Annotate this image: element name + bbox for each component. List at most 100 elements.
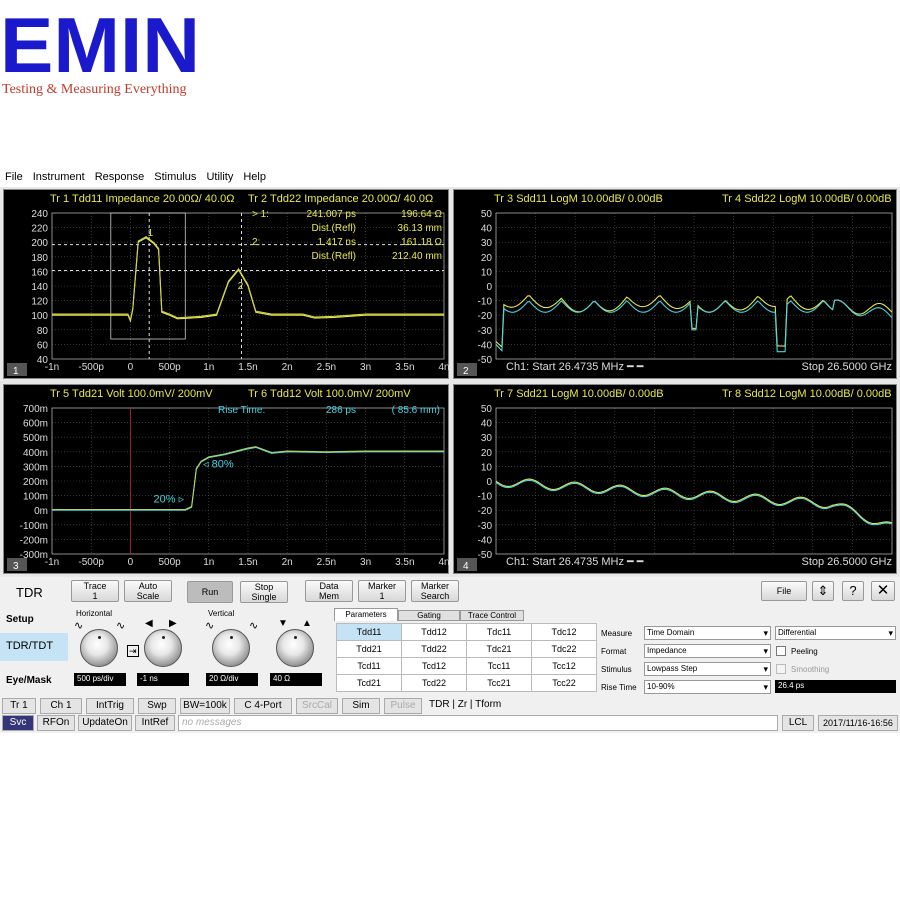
param-tdc11[interactable]: Tdc11 bbox=[466, 623, 532, 641]
position-icon[interactable]: ⇥ bbox=[127, 645, 139, 657]
arrow-up-icon[interactable]: ▲ bbox=[302, 618, 312, 629]
plot-area: 240 220 200 180 160 140 120 100 80 60 40 -1n -500p 0 5… bbox=[0, 187, 900, 577]
menu-response[interactable]: Response bbox=[90, 171, 150, 183]
smoothing-checkbox[interactable] bbox=[776, 664, 786, 674]
status-trigger[interactable]: IntTrig bbox=[86, 698, 134, 714]
marker-button[interactable]: Marker 1 bbox=[358, 580, 406, 602]
status-intref[interactable]: IntRef bbox=[135, 715, 175, 731]
data-mem-button[interactable]: Data Mem bbox=[305, 580, 353, 602]
y-tick-label: 30 bbox=[481, 433, 493, 444]
param-tcd22[interactable]: Tcd22 bbox=[401, 674, 467, 692]
tab-parameters[interactable]: Parameters bbox=[334, 608, 398, 621]
param-tcd21[interactable]: Tcd21 bbox=[336, 674, 402, 692]
status-lcl[interactable]: LCL bbox=[782, 715, 814, 731]
status-sweep[interactable]: Swp bbox=[138, 698, 176, 714]
horizontal-position-knob[interactable] bbox=[144, 629, 182, 667]
arrow-left-icon[interactable]: ◀ bbox=[145, 618, 153, 629]
measure-select[interactable]: Time Domain bbox=[644, 626, 771, 640]
param-tdc22[interactable]: Tdc22 bbox=[531, 640, 597, 658]
menu-help[interactable]: Help bbox=[238, 171, 271, 183]
trace-header-b: Tr 2 Tdd22 Impedance 20.00Ω/ 40.0Ω bbox=[248, 193, 433, 205]
y-tick-label: -10 bbox=[478, 297, 493, 308]
plot-panel-3[interactable]: 700m 600m 500m 400m 300m 200m 100m 0m -100m -200m… bbox=[3, 384, 450, 574]
close-icon[interactable]: ✕ bbox=[871, 581, 895, 601]
status-bandwidth[interactable]: BW=100k bbox=[180, 698, 230, 714]
menu-instrument[interactable]: Instrument bbox=[28, 171, 90, 183]
status-sim[interactable]: Sim bbox=[342, 698, 380, 714]
autoscale-button[interactable]: Auto Scale bbox=[124, 580, 172, 602]
status-trace[interactable]: Tr 1 bbox=[2, 698, 36, 714]
peeling-checkbox[interactable] bbox=[776, 646, 786, 656]
param-tdc21[interactable]: Tdc21 bbox=[466, 640, 532, 658]
status-cal[interactable]: C 4-Port bbox=[234, 698, 292, 714]
param-tcd12[interactable]: Tcd12 bbox=[401, 657, 467, 675]
trace-button[interactable]: Trace 1 bbox=[71, 580, 119, 602]
x-tick-label: 500p bbox=[158, 362, 181, 373]
vertical-scale-knob[interactable] bbox=[212, 629, 250, 667]
arrow-right-icon[interactable]: ▶ bbox=[169, 618, 177, 629]
rise-time-value[interactable]: 26.4 ps bbox=[775, 680, 896, 693]
format-select[interactable]: Impedance bbox=[644, 644, 771, 658]
param-tcc21[interactable]: Tcc21 bbox=[466, 674, 532, 692]
horizontal-scale-knob[interactable] bbox=[80, 629, 118, 667]
param-tcc12[interactable]: Tcc12 bbox=[531, 657, 597, 675]
plot-panel-1[interactable]: 240 220 200 180 160 140 120 100 80 60 40 -1n -500p 0 5… bbox=[3, 189, 450, 379]
stop-label: Stop Single bbox=[251, 582, 277, 602]
arrow-down-icon[interactable]: ▼ bbox=[278, 618, 288, 629]
stop-single-button[interactable]: Stop Single bbox=[240, 581, 288, 603]
param-tcc22[interactable]: Tcc22 bbox=[531, 674, 597, 692]
marker-readout-value2: 161.18 Ω bbox=[401, 237, 442, 248]
menu-file[interactable]: File bbox=[0, 171, 28, 183]
status-svc[interactable]: Svc bbox=[2, 715, 34, 731]
side-setup[interactable]: Setup bbox=[6, 614, 34, 625]
status-pulse[interactable]: Pulse bbox=[384, 698, 422, 714]
param-tdd21[interactable]: Tdd21 bbox=[336, 640, 402, 658]
vertical-scale-value[interactable]: 20 Ω/div bbox=[206, 673, 258, 686]
y-tick-label: -50 bbox=[478, 355, 493, 366]
move-icon[interactable]: ⇕ bbox=[812, 581, 834, 601]
x-tick-label: 3n bbox=[360, 362, 371, 373]
panel-number: 1 bbox=[13, 366, 19, 377]
tab-trace-control[interactable]: Trace Control bbox=[460, 610, 524, 621]
vertical-position-knob[interactable] bbox=[276, 629, 314, 667]
help-icon[interactable]: ? bbox=[842, 581, 864, 601]
param-tcd11[interactable]: Tcd11 bbox=[336, 657, 402, 675]
vertical-position-value[interactable]: 40 Ω bbox=[270, 673, 322, 686]
param-tcc11[interactable]: Tcc11 bbox=[466, 657, 532, 675]
y-tick-label: 200m bbox=[23, 477, 48, 488]
param-tdc12[interactable]: Tdc12 bbox=[531, 623, 597, 641]
plot-panel-2[interactable]: 50 40 30 20 10 0 -10 -20 -30 -40 -50 2 Tr 3 Sdd11 Lo… bbox=[453, 189, 897, 379]
status-rfon[interactable]: RFOn bbox=[37, 715, 75, 731]
run-button[interactable]: Run bbox=[187, 581, 233, 603]
stimulus-select[interactable]: Lowpass Step bbox=[644, 662, 771, 676]
tab-gating[interactable]: Gating bbox=[398, 610, 460, 621]
horizontal-position-value[interactable]: -1 ns bbox=[137, 673, 189, 686]
status-channel[interactable]: Ch 1 bbox=[40, 698, 82, 714]
file-label: File bbox=[776, 586, 792, 596]
plot-panel-4[interactable]: 50 40 30 20 10 0 -10 -20 -30 -40 -50 4 Tr 7 Sdd21 Lo… bbox=[453, 384, 897, 574]
side-tdr-tdt[interactable]: TDR/TDT bbox=[0, 633, 68, 661]
menu-bar: File Instrument Response Stimulus Utilit… bbox=[0, 167, 900, 187]
rise-time-select[interactable]: 10-90% bbox=[644, 680, 771, 694]
status-updateon[interactable]: UpdateOn bbox=[78, 715, 132, 731]
status-tdr-mode[interactable]: TDR | Zr | Tform bbox=[426, 698, 506, 714]
y-tick-label: 700m bbox=[23, 404, 48, 415]
y-tick-label: -20 bbox=[478, 311, 493, 322]
y-tick-label: 20 bbox=[481, 448, 493, 459]
measure-mode-select[interactable]: Differential bbox=[775, 626, 896, 640]
trace-header-b: Tr 6 Tdd12 Volt 100.0mV/ 200mV bbox=[248, 388, 411, 400]
x-tick-label: -500p bbox=[78, 557, 104, 568]
menu-stimulus[interactable]: Stimulus bbox=[149, 171, 201, 183]
marker-search-button[interactable]: Marker Search bbox=[411, 580, 459, 602]
smoothing-label: Smoothing bbox=[791, 665, 830, 674]
param-tdd11[interactable]: Tdd11 bbox=[336, 623, 402, 641]
param-tdd12[interactable]: Tdd12 bbox=[401, 623, 467, 641]
horizontal-scale-value[interactable]: 500 ps/div bbox=[74, 673, 126, 686]
status-srccal[interactable]: SrcCal bbox=[296, 698, 338, 714]
start-frequency: Ch1: Start 26.4735 MHz ━ ━ bbox=[506, 361, 644, 373]
side-eye-mask[interactable]: Eye/Mask bbox=[6, 675, 52, 686]
file-button[interactable]: File bbox=[761, 581, 807, 601]
y-tick-label: 600m bbox=[23, 419, 48, 430]
param-tdd22[interactable]: Tdd22 bbox=[401, 640, 467, 658]
menu-utility[interactable]: Utility bbox=[201, 171, 238, 183]
